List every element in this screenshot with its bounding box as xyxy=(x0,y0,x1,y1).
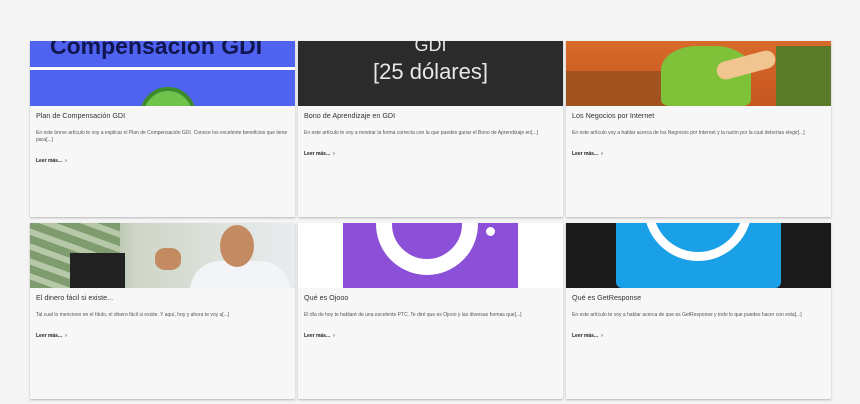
post-excerpt: El día de hoy te hablaré de una excelent… xyxy=(304,312,522,318)
hand-shape xyxy=(155,248,181,270)
post-title[interactable]: Qué es GetResponse xyxy=(572,293,825,302)
chevron-right-icon: › xyxy=(601,151,603,157)
read-more-link[interactable]: Leer más... › xyxy=(36,158,67,164)
post-title[interactable]: Plan de Compensación GDI xyxy=(36,111,289,120)
post-card: Los Negocios por Internet En este artícu… xyxy=(566,41,831,217)
post-excerpt: En este artículo te voy a hablar acerca … xyxy=(572,312,802,318)
man-head-shape xyxy=(220,225,254,267)
read-more-link[interactable]: Leer más... › xyxy=(304,333,335,339)
post-title[interactable]: Qué es Ojooo xyxy=(304,293,557,302)
chevron-right-icon: › xyxy=(333,151,335,157)
chevron-right-icon: › xyxy=(601,333,603,339)
read-more-link[interactable]: Leer más... › xyxy=(36,333,67,339)
post-card: El dinero fácil si existe... Tal cual lo… xyxy=(30,223,295,399)
thumbnail-text: [25 dólares] xyxy=(373,59,488,84)
posts-grid: Compensación GDI Plan de Compensación GD… xyxy=(30,41,831,399)
money-pile-icon xyxy=(776,46,831,106)
thumbnail-band xyxy=(30,67,295,70)
chevron-right-icon: › xyxy=(333,333,335,339)
chevron-right-icon: › xyxy=(65,158,67,164)
post-excerpt: Tal cual lo menciono en el título, el di… xyxy=(36,312,230,318)
post-thumbnail[interactable] xyxy=(566,41,831,106)
thumbnail-text: GDI xyxy=(414,41,447,55)
green-circle-icon xyxy=(140,87,196,106)
camera-flash-dot xyxy=(486,227,495,236)
laptop-icon xyxy=(70,253,125,288)
post-excerpt: En este breve artículo te voy a explicar… xyxy=(36,130,288,143)
post-card: Qué es GetResponse En este artículo te v… xyxy=(566,223,831,399)
post-title[interactable]: Bono de Aprendizaje en GDI xyxy=(304,111,557,120)
post-card: Compensación GDI Plan de Compensación GD… xyxy=(30,41,295,217)
post-thumbnail[interactable] xyxy=(566,223,831,288)
post-card: GDI [25 dólares] Bono de Aprendizaje en … xyxy=(298,41,563,217)
chevron-right-icon: › xyxy=(65,333,67,339)
read-more-link[interactable]: Leer más... › xyxy=(572,151,603,157)
post-thumbnail[interactable]: GDI [25 dólares] xyxy=(298,41,563,106)
post-thumbnail[interactable] xyxy=(298,223,563,288)
post-excerpt: En este artículo voy a hablar acerca de … xyxy=(572,130,805,136)
read-more-link[interactable]: Leer más... › xyxy=(304,151,335,157)
read-more-link[interactable]: Leer más... › xyxy=(572,333,603,339)
post-card: Qué es Ojooo El día de hoy te hablaré de… xyxy=(298,223,563,399)
post-thumbnail[interactable]: Compensación GDI xyxy=(30,41,295,106)
thumbnail-text: Compensación GDI xyxy=(50,41,263,59)
post-thumbnail[interactable] xyxy=(30,223,295,288)
post-title[interactable]: El dinero fácil si existe... xyxy=(36,293,289,302)
post-excerpt: En este artículo te voy a mostrar la for… xyxy=(304,130,539,136)
post-title[interactable]: Los Negocios por Internet xyxy=(572,111,825,120)
